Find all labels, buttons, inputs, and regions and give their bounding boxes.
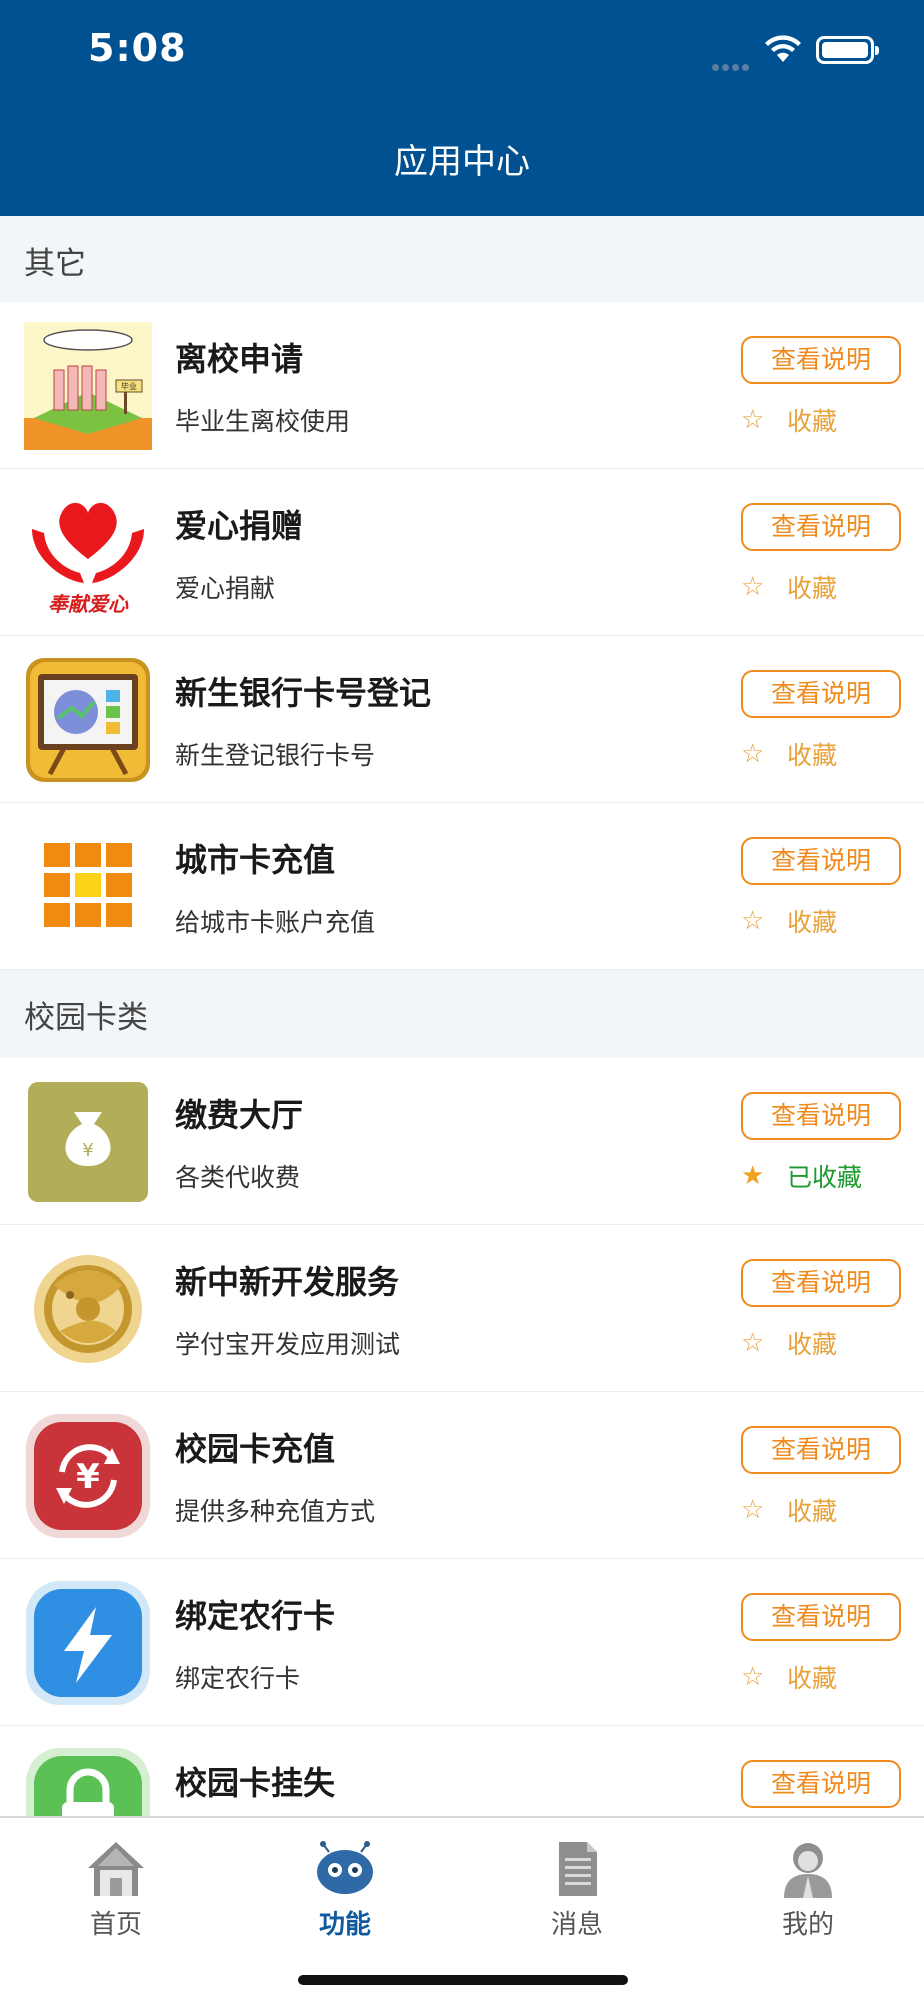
favorite-label: 收藏	[787, 1330, 838, 1359]
app-row-bank-card-register[interactable]: 新生银行卡号登记 新生登记银行卡号 查看说明 ☆ 收藏	[0, 636, 924, 803]
app-row-city-card-recharge[interactable]: 城市卡充值 给城市卡账户充值 查看说明 ☆ 收藏	[0, 803, 924, 970]
view-help-button[interactable]: 查看说明	[741, 1426, 901, 1474]
lock-icon	[26, 1748, 150, 1816]
star-outline-icon: ☆	[741, 739, 765, 769]
tab-label: 功能	[318, 1910, 371, 1940]
app-list[interactable]: 其它 毕业 离校申请 毕业生离校使用 查看说明 ☆ 收藏 奉献爱心 爱心捐赠 爱…	[0, 216, 924, 1816]
favorite-button[interactable]: ☆ 收藏	[741, 402, 837, 438]
grid-icon	[24, 823, 152, 951]
app-description: 新生登记银行卡号	[175, 741, 376, 770]
app-row-bind-abc-card[interactable]: 绑定农行卡 绑定农行卡 查看说明 ☆ 收藏	[0, 1559, 924, 1726]
favorite-label: 收藏	[787, 574, 838, 603]
favorite-button[interactable]: ★ 已收藏	[741, 1158, 862, 1194]
favorite-label: 收藏	[787, 1497, 838, 1526]
app-row-payment-hall[interactable]: ¥ 缴费大厅 各类代收费 查看说明 ★ 已收藏	[0, 1058, 924, 1225]
favorite-label: 收藏	[787, 908, 838, 937]
app-name: 离校申请	[175, 340, 304, 378]
app-description: 毕业生离校使用	[175, 407, 351, 436]
tab-mine[interactable]: 我的	[728, 1840, 888, 1941]
star-outline-icon: ☆	[741, 1495, 765, 1525]
app-row-synjones-dev[interactable]: 新中新开发服务 学付宝开发应用测试 查看说明 ☆ 收藏	[0, 1225, 924, 1392]
section-title: 其它	[24, 246, 86, 282]
app-row-report-loss[interactable]: 校园卡挂失 查看说明 ☆ 收藏	[0, 1726, 924, 1816]
favorite-label: 收藏	[787, 741, 838, 770]
heart-hands-icon: 奉献爱心	[24, 489, 152, 617]
view-help-button[interactable]: 查看说明	[741, 1092, 901, 1140]
tab-functions[interactable]: 功能	[265, 1840, 425, 1941]
tab-bar: 首页 功能 消息 我的	[0, 1816, 924, 2000]
svg-text:¥: ¥	[82, 1140, 93, 1161]
document-icon	[559, 1842, 597, 1896]
status-bar: 5:08	[0, 0, 924, 98]
star-outline-icon: ☆	[741, 906, 765, 936]
page-title: 应用中心	[394, 142, 530, 182]
view-help-button[interactable]: 查看说明	[741, 336, 901, 384]
favorite-button[interactable]: ☆ 收藏	[741, 1325, 837, 1361]
nav-bar: 应用中心	[0, 98, 924, 216]
app-name: 爱心捐赠	[175, 507, 304, 545]
home-indicator	[298, 1975, 628, 1985]
wifi-icon	[765, 35, 801, 62]
view-help-button[interactable]: 查看说明	[741, 1593, 901, 1641]
yuan-refresh-icon: ¥	[26, 1414, 150, 1538]
home-icon	[88, 1842, 144, 1896]
app-name: 缴费大厅	[175, 1096, 304, 1134]
tab-messages[interactable]: 消息	[497, 1840, 657, 1941]
view-help-button[interactable]: 查看说明	[741, 1760, 901, 1808]
star-filled-icon: ★	[741, 1161, 765, 1191]
app-row-campus-card-recharge[interactable]: ¥ 校园卡充值 提供多种充值方式 查看说明 ☆ 收藏	[0, 1392, 924, 1559]
app-row-leave-school[interactable]: 毕业 离校申请 毕业生离校使用 查看说明 ☆ 收藏	[0, 302, 924, 469]
app-description: 爱心捐献	[175, 574, 276, 603]
section-title: 校园卡类	[24, 1000, 148, 1036]
view-help-button[interactable]: 查看说明	[741, 1259, 901, 1307]
app-description: 绑定农行卡	[175, 1664, 301, 1693]
app-name: 校园卡挂失	[175, 1764, 336, 1802]
tab-label: 首页	[89, 1910, 142, 1940]
svg-text:毕业: 毕业	[121, 381, 137, 391]
app-name: 校园卡充值	[175, 1430, 336, 1468]
app-row-charity[interactable]: 奉献爱心 爱心捐赠 爱心捐献 查看说明 ☆ 收藏	[0, 469, 924, 636]
tab-home[interactable]: 首页	[36, 1840, 196, 1941]
star-outline-icon: ☆	[741, 1662, 765, 1692]
favorite-button[interactable]: ☆ 收藏	[741, 736, 837, 772]
app-description: 各类代收费	[175, 1163, 301, 1192]
user-icon	[784, 1843, 832, 1898]
favorite-button[interactable]: ☆ 收藏	[741, 1492, 837, 1528]
view-help-button[interactable]: 查看说明	[741, 670, 901, 718]
section-header-other: 其它	[0, 216, 924, 302]
app-name: 新生银行卡号登记	[175, 674, 432, 712]
graduation-icon: 毕业	[24, 322, 152, 450]
money-bag-icon: ¥	[28, 1082, 148, 1202]
dragon-icon	[24, 1245, 152, 1373]
app-name: 城市卡充值	[175, 841, 336, 879]
favorite-button[interactable]: ☆ 收藏	[741, 1659, 837, 1695]
app-name: 新中新开发服务	[175, 1263, 400, 1301]
favorite-label: 收藏	[787, 407, 838, 436]
tab-label: 我的	[781, 1910, 834, 1940]
app-description: 给城市卡账户充值	[175, 908, 376, 937]
battery-icon	[816, 36, 879, 64]
app-description: 提供多种充值方式	[175, 1497, 376, 1526]
favorite-button[interactable]: ☆ 收藏	[741, 903, 837, 939]
svg-text:¥: ¥	[76, 1457, 100, 1497]
lightning-icon	[26, 1581, 150, 1705]
svg-text:奉献爱心: 奉献爱心	[48, 592, 129, 616]
app-description: 学付宝开发应用测试	[175, 1330, 401, 1359]
presentation-board-icon	[26, 658, 150, 782]
star-outline-icon: ☆	[741, 405, 765, 435]
favorite-button[interactable]: ☆ 收藏	[741, 569, 837, 605]
favorite-label: 收藏	[787, 1664, 838, 1693]
star-outline-icon: ☆	[741, 572, 765, 602]
view-help-button[interactable]: 查看说明	[741, 837, 901, 885]
section-header-campus-card: 校园卡类	[0, 970, 924, 1058]
view-help-button[interactable]: 查看说明	[741, 503, 901, 551]
robot-icon	[317, 1841, 373, 1894]
favorite-label: 已收藏	[787, 1163, 863, 1192]
tab-label: 消息	[550, 1910, 603, 1940]
star-outline-icon: ☆	[741, 1328, 765, 1358]
cellular-signal-icon	[712, 56, 756, 71]
app-name: 绑定农行卡	[175, 1597, 336, 1635]
status-time: 5:08	[88, 26, 187, 70]
